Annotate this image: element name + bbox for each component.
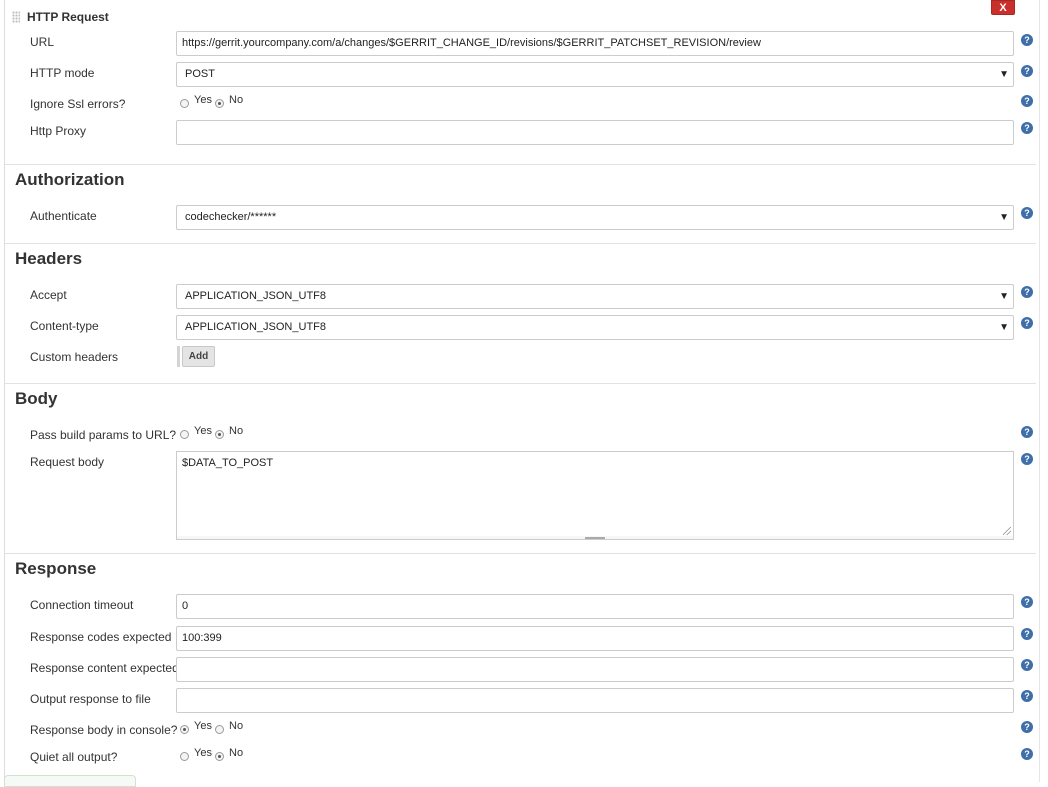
- content-expected-input[interactable]: [176, 657, 1014, 682]
- accept-help-icon[interactable]: ?: [1021, 286, 1033, 298]
- headers-title: Headers: [15, 249, 83, 268]
- custom-headers-label: Custom headers: [30, 350, 119, 364]
- codes-label: Response codes expected: [30, 630, 172, 644]
- divider: [4, 243, 1036, 244]
- content-expected-label: Response content expected: [30, 661, 179, 675]
- authenticate-select[interactable]: codechecker/****** ▼: [176, 205, 1014, 230]
- url-input[interactable]: https://gerrit.yourcompany.com/a/changes…: [176, 31, 1014, 56]
- divider: [4, 164, 1036, 165]
- quiet-yes-label: Yes: [194, 747, 212, 759]
- pass-params-no-label: No: [229, 425, 244, 437]
- output-file-label: Output response to file: [30, 692, 151, 706]
- http-mode-select[interactable]: POST ▼: [176, 62, 1014, 87]
- ignore-ssl-yes-label: Yes: [194, 94, 212, 106]
- content-type-label: Content-type: [30, 319, 99, 333]
- content-type-select[interactable]: APPLICATION_JSON_UTF8 ▼: [176, 315, 1014, 340]
- timeout-help-icon[interactable]: ?: [1021, 596, 1033, 608]
- output-file-input[interactable]: [176, 688, 1014, 713]
- next-block-edge: [4, 775, 136, 787]
- console-label: Response body in console?: [30, 723, 178, 737]
- content-type-help-icon[interactable]: ?: [1021, 317, 1033, 329]
- ignore-ssl-help-icon[interactable]: ?: [1021, 95, 1033, 107]
- authorization-title: Authorization: [15, 170, 125, 189]
- timeout-input[interactable]: 0: [176, 594, 1014, 619]
- textarea-expand-handle-icon[interactable]: [585, 537, 605, 539]
- timeout-label: Connection timeout: [30, 598, 134, 612]
- divider: [4, 383, 1036, 384]
- chevron-down-icon: ▼: [999, 291, 1009, 302]
- chevron-down-icon: ▼: [999, 322, 1009, 333]
- http-mode-label: HTTP mode: [30, 66, 95, 80]
- request-body-help-icon[interactable]: ?: [1021, 453, 1033, 465]
- divider: [4, 553, 1036, 554]
- url-help-icon[interactable]: ?: [1021, 34, 1033, 46]
- request-body-textarea[interactable]: $DATA_TO_POST: [176, 451, 1014, 537]
- accept-value: APPLICATION_JSON_UTF8: [185, 290, 326, 302]
- codes-input[interactable]: 100:399: [176, 626, 1014, 651]
- codes-help-icon[interactable]: ?: [1021, 628, 1033, 640]
- proxy-label: Http Proxy: [30, 124, 87, 138]
- ignore-ssl-no-label: No: [229, 94, 244, 106]
- proxy-help-icon[interactable]: ?: [1021, 122, 1033, 134]
- http-mode-help-icon[interactable]: ?: [1021, 65, 1033, 77]
- ignore-ssl-yes-radio[interactable]: [180, 99, 189, 108]
- console-no-label: No: [229, 720, 244, 732]
- console-yes-label: Yes: [194, 720, 212, 732]
- authenticate-value: codechecker/******: [185, 211, 277, 223]
- quiet-help-icon[interactable]: ?: [1021, 748, 1033, 760]
- ignore-ssl-label: Ignore Ssl errors?: [30, 97, 126, 111]
- url-label: URL: [30, 35, 55, 49]
- authenticate-help-icon[interactable]: ?: [1021, 207, 1033, 219]
- block-title: HTTP Request: [27, 10, 109, 24]
- add-header-button[interactable]: Add: [182, 346, 215, 367]
- chevron-down-icon: ▼: [999, 69, 1009, 80]
- close-button[interactable]: X: [991, 0, 1015, 15]
- pass-params-label: Pass build params to URL?: [30, 428, 177, 442]
- quiet-no-radio[interactable]: [215, 752, 224, 761]
- authenticate-label: Authenticate: [30, 209, 97, 223]
- resize-grip-icon[interactable]: [1003, 527, 1011, 535]
- http-mode-value: POST: [185, 68, 215, 80]
- quiet-label: Quiet all output?: [30, 750, 118, 764]
- content-expected-help-icon[interactable]: ?: [1021, 659, 1033, 671]
- output-file-help-icon[interactable]: ?: [1021, 690, 1033, 702]
- quiet-yes-radio[interactable]: [180, 752, 189, 761]
- request-body-label: Request body: [30, 455, 105, 469]
- accept-label: Accept: [30, 288, 67, 302]
- chevron-down-icon: ▼: [999, 212, 1009, 223]
- pass-params-no-radio[interactable]: [215, 430, 224, 439]
- proxy-input[interactable]: [176, 120, 1014, 145]
- quiet-no-label: No: [229, 747, 244, 759]
- pass-params-yes-radio[interactable]: [180, 430, 189, 439]
- console-yes-radio[interactable]: [180, 725, 189, 734]
- console-no-radio[interactable]: [215, 725, 224, 734]
- response-title: Response: [15, 559, 97, 578]
- pass-params-yes-label: Yes: [194, 425, 212, 437]
- console-help-icon[interactable]: ?: [1021, 721, 1033, 733]
- body-title: Body: [15, 389, 58, 408]
- content-type-value: APPLICATION_JSON_UTF8: [185, 321, 326, 333]
- drag-handle-icon[interactable]: [12, 11, 20, 23]
- add-button-bar: [177, 346, 180, 367]
- pass-params-help-icon[interactable]: ?: [1021, 426, 1033, 438]
- ignore-ssl-no-radio[interactable]: [215, 99, 224, 108]
- accept-select[interactable]: APPLICATION_JSON_UTF8 ▼: [176, 284, 1014, 309]
